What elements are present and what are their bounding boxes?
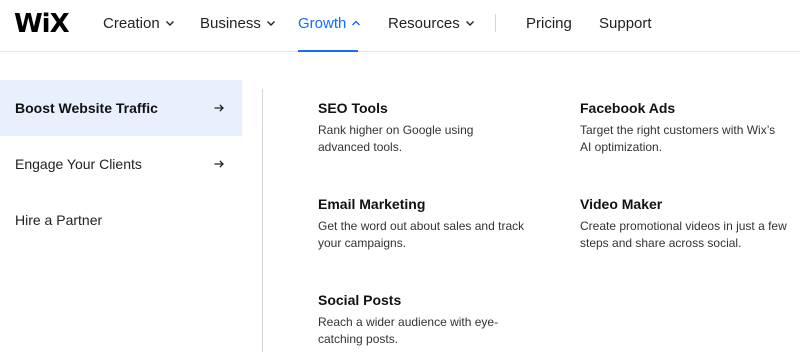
active-tab-underline — [298, 50, 358, 52]
feature-description: Create promotional videos in just a few … — [580, 219, 787, 250]
feature-title: SEO Tools — [318, 100, 388, 116]
menu-item-hire-a-partner[interactable]: Hire a Partner — [0, 192, 242, 248]
feature-seo-tools[interactable]: SEO Tools Rank higher on Google using ad… — [318, 99, 543, 156]
feature-description: Reach a wider audience with eye-catching… — [318, 315, 499, 346]
chevron-down-icon — [266, 21, 275, 26]
feature-email-marketing[interactable]: Email Marketing Get the word out about s… — [318, 195, 543, 252]
top-navigation-bar: WiX Creation Business Growth Resources P… — [0, 0, 800, 52]
chevron-up-icon — [352, 20, 361, 26]
nav-growth[interactable]: Growth — [298, 15, 362, 33]
menu-item-label: Boost Website Traffic — [15, 100, 158, 116]
menu-item-engage-your-clients[interactable]: Engage Your Clients — [0, 136, 242, 192]
nav-creation-label: Creation — [103, 15, 160, 32]
menu-item-boost-website-traffic[interactable]: Boost Website Traffic — [0, 80, 242, 136]
nav-pricing[interactable]: Pricing — [526, 15, 572, 33]
nav-support[interactable]: Support — [599, 15, 652, 33]
feature-social-posts[interactable]: Social Posts Reach a wider audience with… — [318, 291, 543, 348]
wix-logo[interactable]: WiX — [14, 9, 70, 39]
feature-description: Target the right customers with Wix’s AI… — [580, 123, 776, 154]
feature-title: Email Marketing — [318, 196, 426, 212]
menu-item-label: Engage Your Clients — [15, 156, 142, 172]
nav-business-label: Business — [200, 15, 261, 32]
menu-item-label: Hire a Partner — [15, 212, 103, 228]
arrow-right-icon — [214, 104, 224, 112]
arrow-right-icon — [214, 160, 224, 168]
chevron-down-icon — [165, 21, 174, 26]
nav-business[interactable]: Business — [200, 15, 277, 33]
nav-divider — [495, 14, 496, 32]
feature-title: Social Posts — [318, 292, 402, 308]
feature-title: Facebook Ads — [580, 100, 676, 116]
nav-growth-label: Growth — [298, 15, 347, 32]
nav-resources-label: Resources — [388, 15, 460, 32]
nav-resources[interactable]: Resources — [388, 15, 476, 33]
feature-video-maker[interactable]: Video Maker Create promotional videos in… — [580, 195, 795, 252]
feature-description: Get the word out about sales and track y… — [318, 219, 525, 250]
feature-description: Rank higher on Google using advanced too… — [318, 123, 474, 154]
chevron-down-icon — [465, 21, 474, 26]
nav-creation[interactable]: Creation — [103, 15, 176, 33]
feature-facebook-ads[interactable]: Facebook Ads Target the right customers … — [580, 99, 790, 156]
feature-title: Video Maker — [580, 196, 663, 212]
menu-divider — [262, 89, 263, 352]
